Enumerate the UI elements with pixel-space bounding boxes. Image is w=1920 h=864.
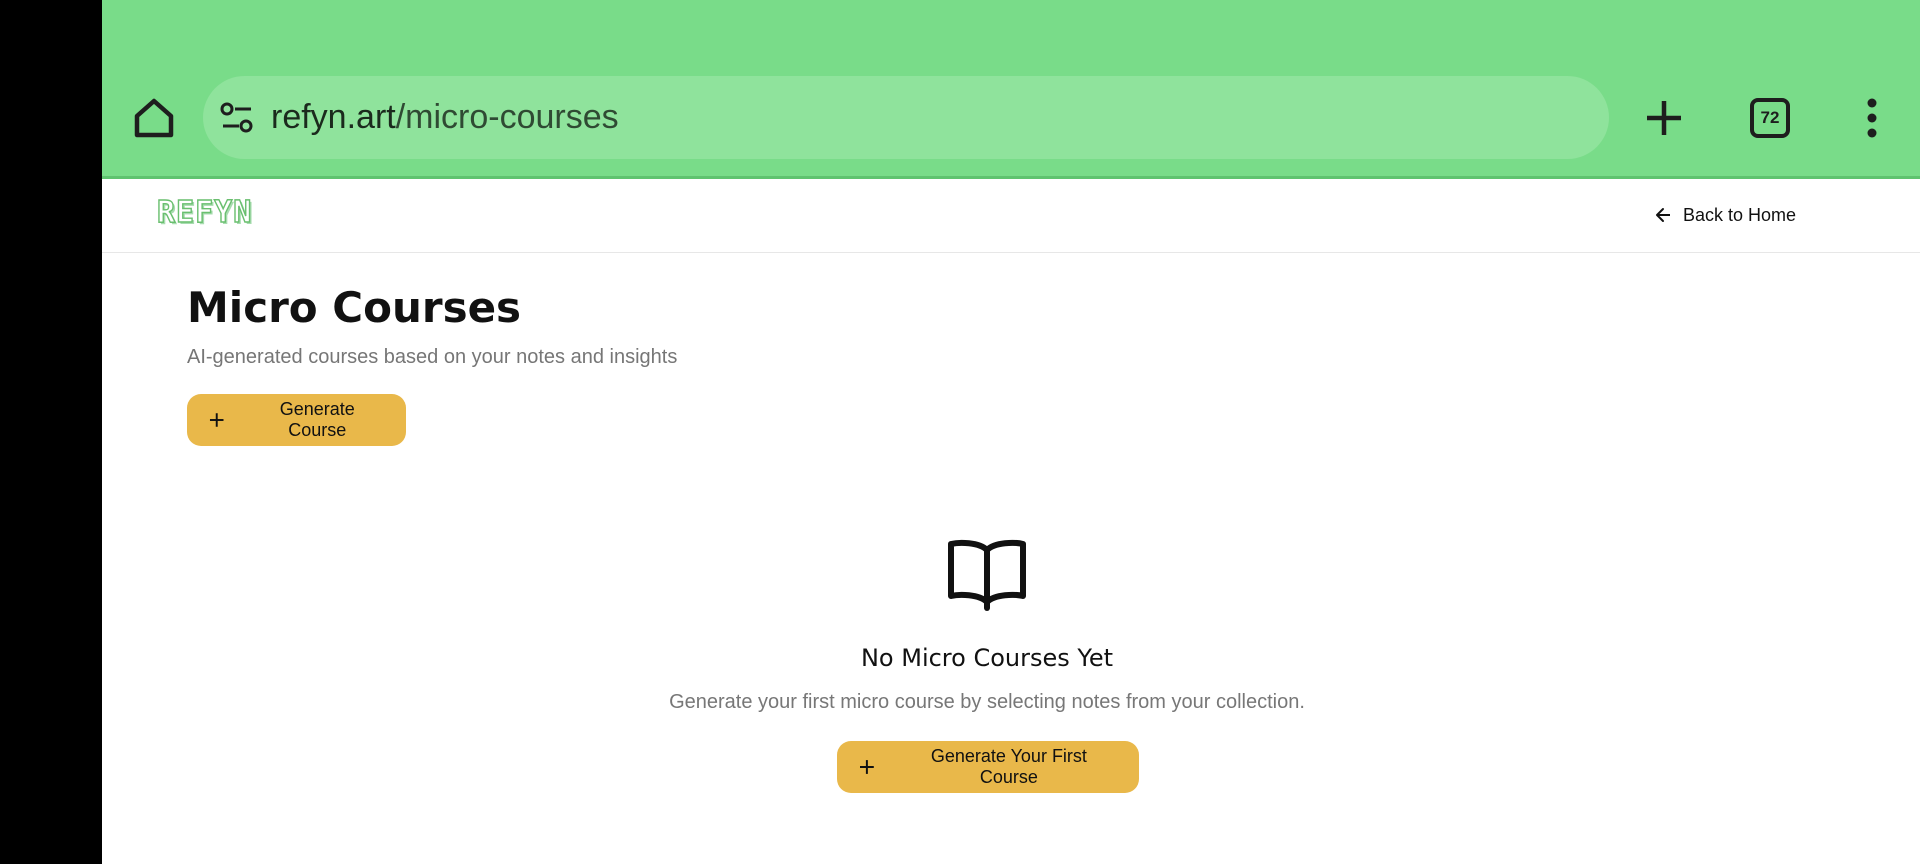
generate-first-course-button[interactable]: Generate Your First Course (837, 741, 1139, 793)
empty-state-description: Generate your first micro course by sele… (669, 691, 1305, 713)
book-open-icon (948, 539, 1026, 611)
site-settings-icon[interactable] (219, 100, 255, 136)
url-path: /micro-courses (395, 98, 619, 136)
browser-window: refyn.art/micro-courses 72 REFYN Back to… (102, 0, 1920, 864)
back-to-home-label: Back to Home (1682, 204, 1796, 225)
empty-state: No Micro Courses Yet Generate your first… (102, 530, 1872, 716)
generate-course-button[interactable]: Generate Course (187, 394, 406, 446)
tab-count: 72 (1760, 108, 1780, 127)
page-subtitle: AI-generated courses based on your notes… (187, 346, 678, 368)
generate-first-course-label: Generate Your First Course (930, 746, 1087, 787)
plus-icon (209, 413, 224, 427)
url-text[interactable]: refyn.art/micro-courses (271, 94, 619, 140)
home-icon (134, 98, 174, 138)
tab-switcher-button[interactable]: 72 (1750, 98, 1790, 138)
more-vert-icon (1867, 98, 1877, 138)
refyn-logo[interactable]: REFYN (156, 194, 252, 231)
back-to-home-link[interactable]: Back to Home (1655, 199, 1796, 231)
plus-icon (859, 760, 874, 774)
generate-course-label: Generate Course (279, 399, 355, 440)
plus-icon (1647, 101, 1681, 135)
browser-menu-button[interactable] (1850, 94, 1894, 142)
page-title: Micro Courses (187, 283, 522, 332)
empty-state-title: No Micro Courses Yet (860, 644, 1114, 672)
home-button[interactable] (130, 94, 178, 142)
arrow-left-icon (1655, 208, 1670, 222)
address-bar[interactable]: refyn.art/micro-courses (203, 76, 1609, 159)
new-tab-button[interactable] (1640, 94, 1688, 142)
app-header: REFYN Back to Home (102, 179, 1920, 253)
url-domain: refyn.art (271, 98, 396, 136)
browser-toolbar: refyn.art/micro-courses 72 (102, 0, 1920, 178)
